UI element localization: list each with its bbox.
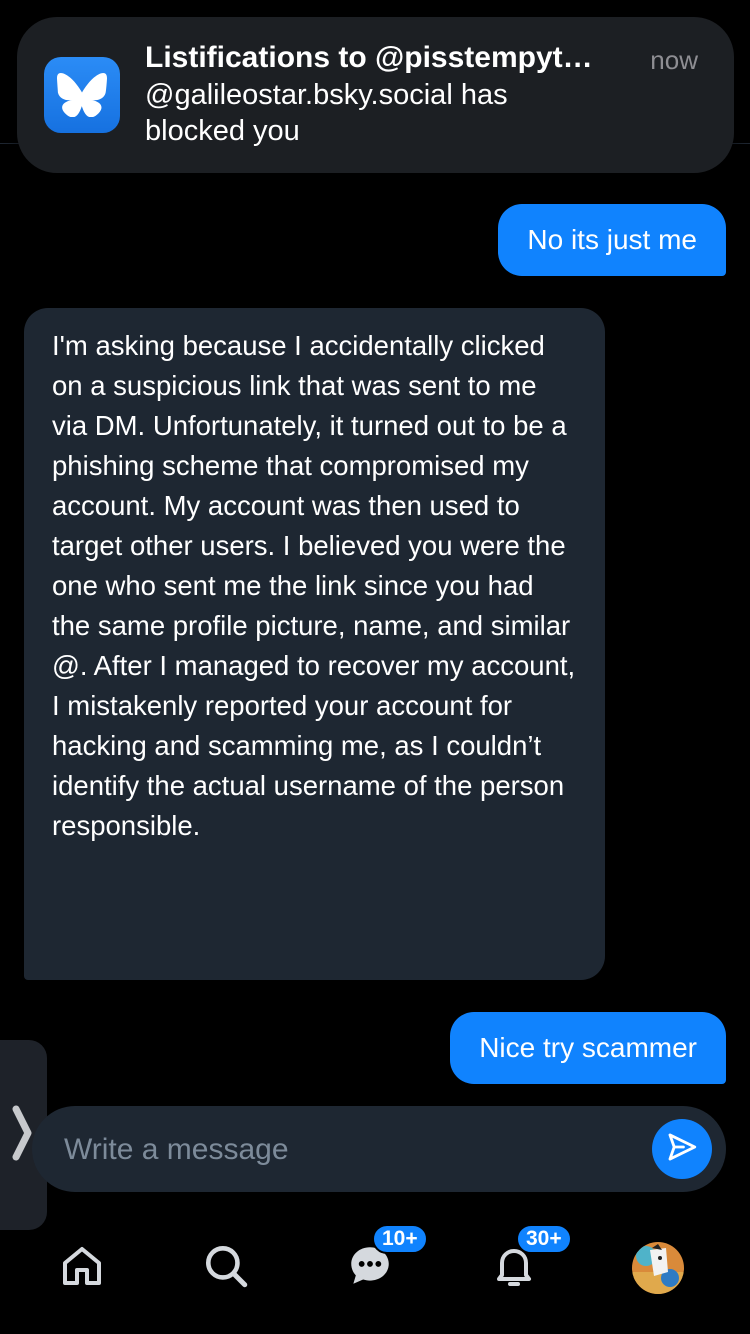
tab-home[interactable] <box>52 1238 112 1298</box>
notification-time: now <box>650 45 698 75</box>
home-icon <box>58 1242 106 1295</box>
tab-profile[interactable] <box>628 1238 688 1298</box>
message-bubble-outgoing[interactable]: Nice try scammer <box>450 1012 726 1084</box>
search-icon <box>201 1241 251 1296</box>
notification-title: Listifications to @pisstempyt… <box>145 41 593 74</box>
chat-unread-badge: 10+ <box>372 1224 428 1254</box>
tab-search[interactable] <box>196 1238 256 1298</box>
notifications-unread-badge: 30+ <box>516 1224 572 1254</box>
bluesky-butterfly-icon <box>44 57 120 133</box>
notification-body: @galileostar.bsky.social has blocked you <box>145 79 508 147</box>
send-icon <box>665 1130 699 1169</box>
notification-banner[interactable]: Listifications to @pisstempyt… now @gali… <box>17 17 734 173</box>
avatar <box>632 1242 684 1294</box>
chevron-right-icon <box>11 1105 33 1166</box>
message-bubble-incoming[interactable]: I'm asking because I accidentally clicke… <box>24 308 605 980</box>
message-bubble-outgoing[interactable]: No its just me <box>498 204 726 276</box>
send-button[interactable] <box>652 1119 712 1179</box>
message-composer <box>32 1106 726 1194</box>
message-input[interactable] <box>62 1106 626 1194</box>
